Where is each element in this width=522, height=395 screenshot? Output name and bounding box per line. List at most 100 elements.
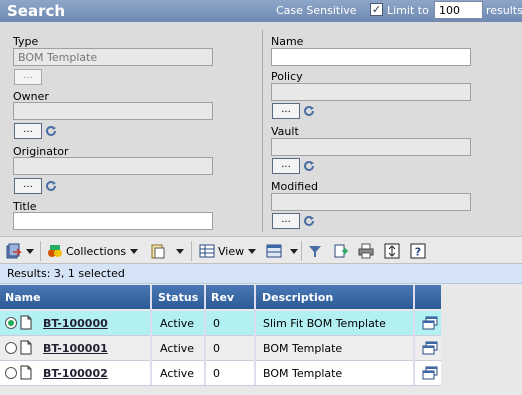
- row-rev: 0: [213, 342, 220, 355]
- open-window-icon[interactable]: [422, 316, 438, 330]
- bookmark-icon: [334, 244, 348, 258]
- view-label: View: [218, 244, 245, 258]
- col-status-header[interactable]: Status: [158, 291, 198, 304]
- clipboard-menu[interactable]: [150, 242, 184, 260]
- results-suffix: results: [486, 4, 522, 17]
- row-select-radio[interactable]: [5, 367, 17, 379]
- chevron-down-icon: [290, 248, 298, 254]
- page-title: Search: [7, 2, 66, 20]
- column-separator: [204, 285, 206, 385]
- refresh-icon[interactable]: [302, 104, 316, 118]
- row-rev: 0: [213, 317, 220, 330]
- view-menu[interactable]: View: [199, 242, 257, 260]
- limit-label: Limit to: [387, 4, 429, 17]
- row-description: BOM Template: [263, 367, 343, 380]
- document-icon: [20, 365, 32, 380]
- row-description: Slim Fit BOM Template: [263, 317, 386, 330]
- chevron-down-icon: [248, 248, 257, 254]
- resize-icon: [384, 243, 400, 259]
- vault-browse-button[interactable]: ...: [272, 158, 300, 174]
- print-button[interactable]: [358, 242, 374, 260]
- filter-icon: [309, 246, 321, 257]
- col-rev-header[interactable]: Rev: [211, 291, 234, 304]
- collections-menu[interactable]: Collections: [47, 242, 139, 260]
- collections-label: Collections: [66, 244, 127, 258]
- toolbar-divider: [191, 241, 192, 261]
- row-select-radio[interactable]: [5, 342, 17, 354]
- policy-field[interactable]: [271, 83, 471, 101]
- table-view-icon: [199, 244, 215, 258]
- modified-browse-button[interactable]: ...: [272, 213, 300, 229]
- grid-icon: [266, 244, 282, 258]
- policy-label: Policy: [271, 70, 303, 83]
- modified-field[interactable]: [271, 193, 471, 211]
- expand-button[interactable]: [384, 242, 400, 260]
- table-row[interactable]: BT-100000 Active 0 Slim Fit BOM Template: [0, 311, 441, 336]
- toolbar-divider: [301, 241, 302, 261]
- policy-browse-button[interactable]: ...: [272, 103, 300, 119]
- vault-label: Vault: [271, 125, 299, 138]
- refresh-icon[interactable]: [44, 179, 58, 193]
- modified-label: Modified: [271, 180, 318, 193]
- open-window-icon[interactable]: [422, 341, 438, 355]
- type-browse-button[interactable]: ...: [14, 69, 42, 85]
- svg-text:?: ?: [415, 246, 421, 259]
- collections-icon: [48, 245, 62, 257]
- row-status: Active: [160, 342, 195, 355]
- search-header: Search Case Sensitive ✓ Limit to results: [0, 0, 522, 22]
- help-button[interactable]: ?: [410, 242, 426, 260]
- bookmark-button[interactable]: [332, 242, 348, 260]
- printer-icon: [358, 243, 374, 259]
- row-status: Active: [160, 317, 195, 330]
- column-separator: [150, 285, 152, 385]
- clipboard-icon: [151, 244, 165, 259]
- table-row[interactable]: BT-100001 Active 0 BOM Template: [0, 336, 441, 361]
- search-form: Type BOM Template ... Owner ... Originat…: [0, 22, 522, 236]
- originator-field[interactable]: [13, 157, 213, 175]
- open-window-icon[interactable]: [422, 366, 438, 380]
- chevron-down-icon: [176, 248, 184, 254]
- column-separator: [413, 285, 415, 385]
- col-name-header[interactable]: Name: [5, 291, 41, 304]
- vault-field[interactable]: [271, 138, 471, 156]
- columns-menu[interactable]: [266, 242, 298, 260]
- case-sensitive-label[interactable]: Case Sensitive: [276, 4, 357, 17]
- row-rev: 0: [213, 367, 220, 380]
- results-bar: Results: 3, 1 selected: [0, 264, 522, 284]
- originator-browse-button[interactable]: ...: [14, 178, 42, 194]
- refresh-icon[interactable]: [302, 214, 316, 228]
- export-icon: [6, 243, 22, 259]
- results-toolbar: Collections View ?: [0, 236, 522, 264]
- col-description-header[interactable]: Description: [262, 291, 333, 304]
- name-input[interactable]: [271, 48, 471, 66]
- row-name-link[interactable]: BT-100000: [43, 317, 108, 330]
- row-description: BOM Template: [263, 342, 343, 355]
- table-row[interactable]: BT-100002 Active 0 BOM Template: [0, 361, 441, 386]
- table-header: Name Status Rev Description: [0, 285, 441, 309]
- column-separator: [254, 285, 256, 385]
- help-icon: ?: [410, 243, 426, 259]
- type-label: Type: [13, 35, 39, 48]
- limit-checkbox[interactable]: ✓: [370, 3, 383, 16]
- row-select-radio[interactable]: [5, 317, 17, 329]
- type-field: BOM Template: [13, 48, 213, 66]
- refresh-icon[interactable]: [302, 159, 316, 173]
- owner-browse-button[interactable]: ...: [14, 123, 42, 139]
- document-icon: [20, 340, 32, 355]
- row-name-link[interactable]: BT-100001: [43, 342, 108, 355]
- row-status: Active: [160, 367, 195, 380]
- toolbar-divider: [40, 241, 41, 261]
- name-label: Name: [271, 35, 304, 48]
- document-icon: [20, 315, 32, 330]
- owner-field[interactable]: [13, 102, 213, 120]
- row-name-link[interactable]: BT-100002: [43, 367, 108, 380]
- chevron-down-icon: [130, 248, 139, 254]
- chevron-down-icon: [26, 248, 34, 254]
- refresh-icon[interactable]: [44, 124, 58, 138]
- limit-input[interactable]: [434, 1, 483, 19]
- results-count: Results: 3, 1 selected: [7, 267, 125, 280]
- filter-button[interactable]: [307, 242, 323, 260]
- actions-menu[interactable]: [6, 242, 34, 260]
- column-divider: [262, 30, 263, 232]
- title-input[interactable]: [13, 212, 213, 230]
